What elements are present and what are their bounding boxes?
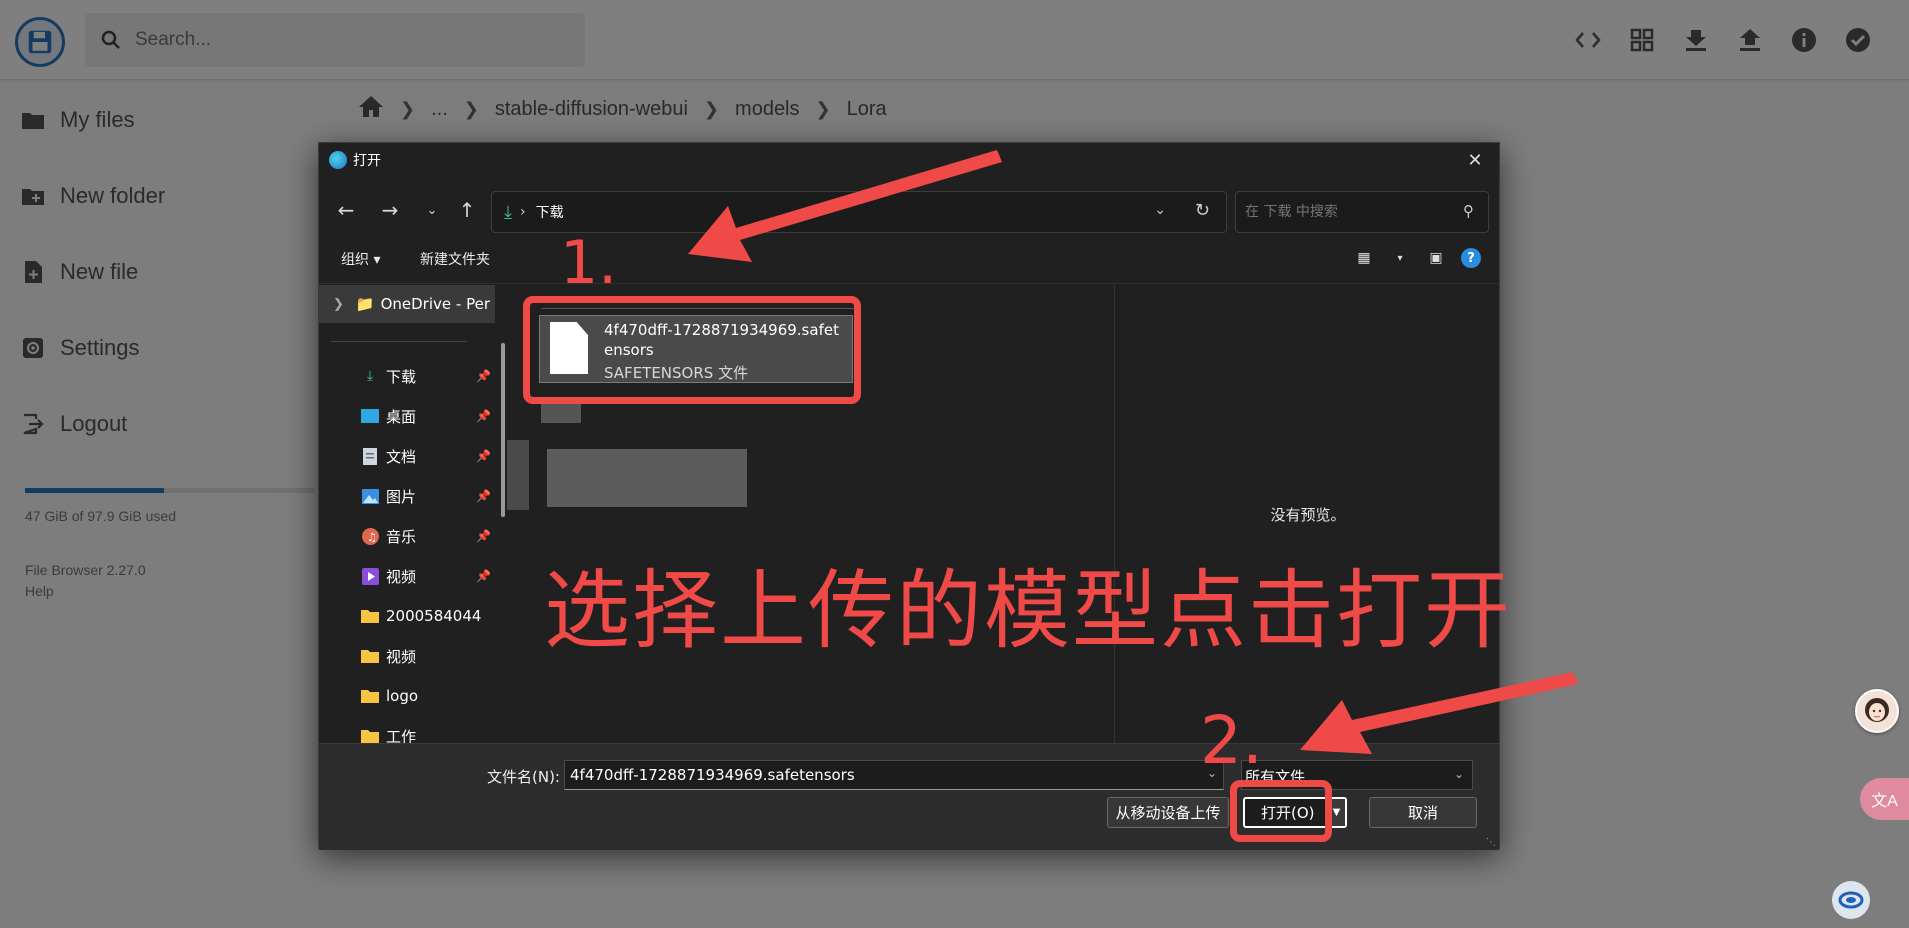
video-icon — [361, 567, 379, 585]
nav-item-label: logo — [386, 687, 419, 705]
divider — [319, 283, 1499, 284]
nav-item-label: 2000584044 — [386, 607, 482, 625]
nav-item-folder[interactable]: 2000584044 — [361, 598, 491, 634]
nav-item-label: 文档 — [386, 447, 417, 466]
translate-button[interactable]: 文A — [1860, 778, 1909, 820]
back-arrow-icon[interactable]: ← — [331, 195, 361, 225]
pin-icon[interactable]: 📌 — [476, 409, 491, 423]
forward-arrow-icon[interactable]: → — [375, 195, 405, 225]
resize-grip-icon[interactable]: ⋱ — [1486, 837, 1496, 848]
nav-item-label: 图片 — [386, 487, 417, 506]
pin-icon[interactable]: 📌 — [476, 569, 491, 583]
command-bar: 组织 ▾ 新建文件夹 ▦ ▾ ▣ ? — [319, 241, 1499, 275]
pin-icon[interactable]: 📌 — [476, 449, 491, 463]
instruction-text: 选择上传的模型点击打开 — [544, 561, 1512, 661]
filename-label: 文件名(N): — [487, 768, 560, 786]
folder-icon: 📁 — [355, 295, 375, 313]
divider — [331, 341, 467, 342]
folder-icon — [361, 727, 379, 743]
chevron-right-icon: › — [519, 204, 526, 220]
dialog-search-box[interactable]: ⚲ — [1235, 191, 1489, 233]
address-bar[interactable]: ⤓ › 下载 ⌄ ↻ — [491, 191, 1227, 233]
dialog-title: 打开 — [353, 153, 381, 169]
search-icon: ⚲ — [1463, 202, 1474, 220]
nav-item-onedrive[interactable]: ❯ 📁 OneDrive - Per — [319, 285, 495, 323]
open-file-dialog: 打开 ✕ ← → ⌄ ↑ ⤓ › 下载 ⌄ ↻ ⚲ 组织 ▾ 新建文件夹 ▦ ▾… — [318, 142, 1501, 850]
nav-item-music[interactable]: ♫ 音乐 📌 — [361, 518, 491, 554]
refresh-icon[interactable]: ↻ — [1195, 200, 1210, 221]
document-icon — [361, 447, 379, 465]
pin-icon[interactable]: 📌 — [476, 369, 491, 383]
chevron-right-icon[interactable]: ❯ — [333, 297, 344, 312]
step-one-label: 1. — [560, 228, 618, 298]
folder-icon — [361, 687, 379, 705]
filename-input[interactable] — [564, 760, 1224, 790]
nav-item-videos[interactable]: 视频 📌 — [361, 558, 491, 594]
nav-item-label: 工作 — [386, 727, 417, 744]
preview-pane-icon[interactable]: ▣ — [1425, 247, 1447, 269]
pin-icon[interactable]: 📌 — [476, 489, 491, 503]
nav-item-folder[interactable]: 视频 — [361, 638, 491, 674]
address-folder[interactable]: 下载 — [536, 202, 564, 222]
avatar-icon — [1865, 698, 1889, 722]
nav-item-label: 视频 — [386, 567, 417, 586]
highlight-box-open-button — [1230, 780, 1332, 842]
chevron-down-icon: ⌄ — [1453, 767, 1464, 781]
picture-icon — [361, 487, 379, 505]
chevron-down-icon[interactable]: ⌄ — [1154, 202, 1166, 218]
assistant-avatar[interactable] — [1855, 689, 1899, 733]
navigation-row: ← → ⌄ ↑ ⤓ › 下载 ⌄ ↻ ⚲ — [319, 189, 1499, 233]
step-two-label: 2. — [1200, 702, 1263, 779]
nav-item-desktop[interactable]: 桌面 📌 — [361, 398, 491, 434]
recent-locations-chevron-icon[interactable]: ⌄ — [417, 195, 447, 225]
view-mode-icon[interactable]: ▦ — [1353, 247, 1375, 269]
dialog-title-bar: 打开 — [319, 143, 1499, 177]
view-options: ▦ ▾ ▣ ? — [1353, 247, 1481, 269]
organize-menu[interactable]: 组织 ▾ — [341, 249, 380, 269]
navigation-pane: ❯ 📁 OneDrive - Per ⤓ 下载 📌 桌面 📌 文档 📌 图片 📌 ♫ 音乐 📌… — [319, 285, 499, 743]
nav-item-label: 音乐 — [386, 527, 417, 546]
upload-from-mobile-button[interactable]: 从移动设备上传 — [1107, 797, 1229, 828]
nav-item-label: 桌面 — [386, 407, 417, 426]
download-icon: ⤓ — [366, 368, 374, 384]
blurred-content — [507, 440, 529, 510]
nav-item-label: 视频 — [386, 647, 417, 666]
cancel-button[interactable]: 取消 — [1369, 797, 1477, 828]
nav-item-label: OneDrive - Per — [380, 295, 490, 313]
nav-item-documents[interactable]: 文档 📌 — [361, 438, 491, 474]
desktop-icon — [361, 407, 379, 425]
blurred-content — [541, 403, 581, 423]
help-icon[interactable]: ? — [1461, 248, 1481, 268]
close-icon[interactable]: ✕ — [1463, 149, 1487, 171]
folder-icon — [361, 647, 379, 665]
nav-item-folder[interactable]: logo — [361, 678, 491, 714]
folder-icon — [361, 607, 379, 625]
svg-text:♫: ♫ — [367, 531, 377, 544]
nav-item-pictures[interactable]: 图片 📌 — [361, 478, 491, 514]
preview-text: 没有预览。 — [1270, 505, 1346, 524]
browser-extension-icon[interactable] — [1832, 881, 1870, 919]
new-folder-button[interactable]: 新建文件夹 — [420, 249, 490, 269]
dialog-search-input[interactable] — [1245, 204, 1445, 220]
preview-pane: 没有预览。 — [1115, 285, 1501, 743]
nav-pane-scrollbar[interactable] — [501, 343, 505, 517]
pin-icon[interactable]: 📌 — [476, 529, 491, 543]
nav-item-label: 下载 — [386, 367, 417, 386]
edge-browser-icon — [329, 151, 347, 169]
download-icon: ⤓ — [504, 201, 512, 223]
music-icon: ♫ — [361, 527, 379, 545]
highlight-box-file — [523, 296, 861, 404]
nav-item-folder[interactable]: 工作 — [361, 718, 491, 743]
nav-item-downloads[interactable]: ⤓ 下载 📌 — [361, 358, 491, 394]
blurred-content — [547, 449, 747, 507]
up-arrow-icon[interactable]: ↑ — [452, 195, 482, 225]
translate-icon: 文A — [1871, 793, 1898, 810]
chevron-down-icon[interactable]: ▾ — [1389, 247, 1411, 269]
